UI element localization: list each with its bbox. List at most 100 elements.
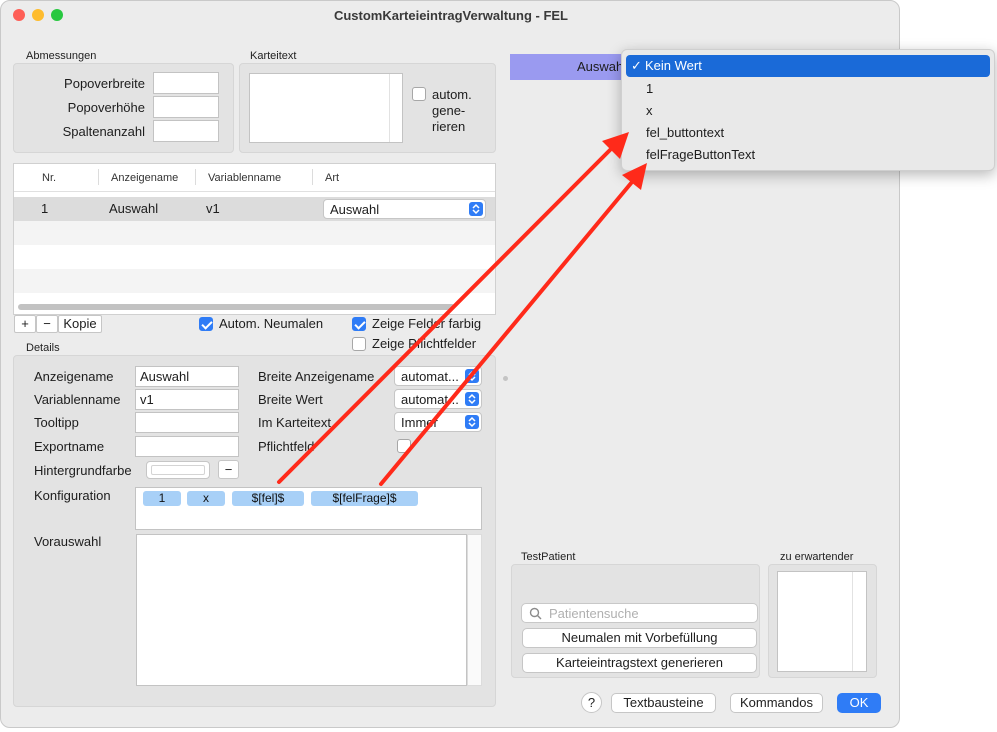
- export-name-field[interactable]: [135, 436, 239, 457]
- configuration-label: Konfiguration: [34, 488, 111, 503]
- auto-generate-checkbox[interactable]: [412, 87, 426, 101]
- table-row-empty: [14, 245, 495, 269]
- display-name-field[interactable]: Auswahl: [135, 366, 239, 387]
- row-nr: 1: [41, 201, 49, 216]
- expected-section-title: zu erwartender: [780, 551, 854, 563]
- config-token[interactable]: $[fel]$: [232, 491, 304, 506]
- search-icon: [529, 607, 542, 620]
- config-token[interactable]: $[felFrage]$: [311, 491, 418, 506]
- preselection-scrollbar[interactable]: [467, 534, 482, 686]
- menu-item-label: Kein Wert: [645, 58, 702, 73]
- column-header-nr[interactable]: Nr.: [42, 172, 56, 184]
- column-header-display-name[interactable]: Anzeigename: [111, 172, 178, 184]
- chevron-updown-icon: [465, 369, 479, 383]
- window-title: CustomKarteieintragVerwaltung - FEL: [333, 8, 569, 23]
- width-value-select[interactable]: automat...: [394, 389, 482, 409]
- table-row-empty: [14, 269, 495, 293]
- column-separator: [98, 169, 99, 185]
- auto-repaint-label: Autom. Neumalen: [219, 316, 324, 331]
- repaint-with-prefill-button[interactable]: Neumalen mit Vorbefüllung: [522, 628, 757, 648]
- variable-name-field[interactable]: v1: [135, 389, 239, 410]
- fields-table: Nr. Anzeigename Variablenname Art 1 Ausw…: [13, 163, 496, 315]
- preview-label: Auswahl: [577, 59, 627, 74]
- expected-text-area[interactable]: [777, 571, 867, 672]
- in-card-text-label: Im Karteitext: [258, 415, 331, 430]
- auto-generate-label-1: autom.: [432, 87, 472, 102]
- table-row[interactable]: 1 Auswahl v1 Auswahl: [14, 197, 495, 221]
- width-display-select[interactable]: automat...: [394, 366, 482, 386]
- columns-label: Spaltenanzahl: [62, 124, 145, 139]
- auto-generate-label-2: gene-: [432, 103, 466, 118]
- row-variable-name: v1: [206, 201, 220, 216]
- popover-height-label: Popoverhöhe: [67, 100, 145, 115]
- commands-button[interactable]: Kommandos: [730, 693, 823, 713]
- menu-item-selected[interactable]: ✓ Kein Wert: [626, 55, 990, 77]
- required-label: Pflichtfeld: [258, 439, 315, 454]
- card-text-section-title: Karteitext: [250, 50, 297, 62]
- menu-item-fel-buttontext[interactable]: fel_buttontext: [646, 125, 724, 140]
- ok-button[interactable]: OK: [837, 693, 881, 713]
- show-fields-colored-checkbox[interactable]: [352, 317, 366, 331]
- dimensions-section-title: Abmessungen: [26, 50, 97, 62]
- chevron-updown-icon: [469, 202, 483, 216]
- card-text-scrollbar[interactable]: [389, 74, 390, 142]
- columns-field[interactable]: [153, 120, 219, 142]
- config-token[interactable]: 1: [143, 491, 181, 506]
- preselection-label: Vorauswahl: [34, 534, 102, 549]
- preselection-area[interactable]: [136, 534, 467, 686]
- width-display-label: Breite Anzeigename: [258, 369, 375, 384]
- checkmark-icon: ✓: [631, 58, 642, 73]
- chevron-updown-icon: [465, 392, 479, 406]
- popover-height-field[interactable]: [153, 96, 219, 118]
- help-button[interactable]: ?: [581, 692, 602, 713]
- tooltip-field[interactable]: [135, 412, 239, 433]
- show-required-label: Zeige Pflichtfelder: [372, 336, 477, 351]
- copy-row-button[interactable]: Kopie: [58, 315, 102, 333]
- menu-item-fel-frage-buttontext[interactable]: felFrageButtonText: [646, 147, 755, 162]
- row-type-value: Auswahl: [330, 202, 380, 217]
- required-checkbox[interactable]: [397, 439, 411, 453]
- in-card-text-select[interactable]: Immer: [394, 412, 482, 432]
- config-dropdown-menu: ✓ Kein Wert 1 x fel_buttontext felFrageB…: [621, 49, 995, 171]
- row-type-select[interactable]: Auswahl: [323, 199, 486, 219]
- variable-name-label: Variablenname: [34, 392, 121, 407]
- show-fields-colored-label: Zeige Felder farbig: [372, 316, 482, 331]
- auto-generate-label-3: rieren: [432, 119, 466, 134]
- clear-color-button[interactable]: −: [218, 460, 239, 479]
- width-value-value: automat...: [401, 392, 459, 407]
- popover-width-field[interactable]: [153, 72, 219, 94]
- background-color-label: Hintergrundfarbe: [34, 463, 132, 478]
- table-row-empty: [14, 221, 495, 245]
- patient-search-field[interactable]: Patientensuche: [521, 603, 758, 623]
- column-separator: [312, 169, 313, 185]
- show-required-checkbox[interactable]: [352, 337, 366, 351]
- card-text-area[interactable]: [249, 73, 403, 143]
- table-horizontal-scrollbar[interactable]: [18, 304, 455, 310]
- generate-card-text-button[interactable]: Karteieintragstext generieren: [522, 653, 757, 673]
- column-header-variable-name[interactable]: Variablenname: [208, 172, 281, 184]
- menu-item-x[interactable]: x: [646, 103, 653, 118]
- width-display-value: automat...: [401, 369, 459, 384]
- details-section-title: Details: [26, 342, 60, 354]
- auto-repaint-checkbox[interactable]: [199, 317, 213, 331]
- color-swatch: [151, 465, 205, 475]
- width-value-label: Breite Wert: [258, 392, 323, 407]
- add-row-button[interactable]: +: [14, 315, 36, 333]
- background-color-well[interactable]: [146, 461, 210, 479]
- column-separator: [195, 169, 196, 185]
- popover-width-label: Popoverbreite: [64, 76, 145, 91]
- menu-item-1[interactable]: 1: [646, 81, 653, 96]
- column-header-type[interactable]: Art: [325, 172, 339, 184]
- config-token[interactable]: x: [187, 491, 225, 506]
- expected-scrollbar[interactable]: [852, 572, 853, 671]
- tooltip-label: Tooltipp: [34, 415, 79, 430]
- test-patient-section-title: TestPatient: [521, 551, 576, 563]
- text-modules-button[interactable]: Textbausteine: [611, 693, 716, 713]
- row-display-name: Auswahl: [109, 201, 159, 216]
- split-view-handle[interactable]: [503, 376, 508, 381]
- remove-row-button[interactable]: −: [36, 315, 58, 333]
- patient-search-placeholder: Patientensuche: [549, 606, 639, 621]
- display-name-label: Anzeigename: [34, 369, 114, 384]
- header-divider: [14, 191, 495, 192]
- chevron-updown-icon: [465, 415, 479, 429]
